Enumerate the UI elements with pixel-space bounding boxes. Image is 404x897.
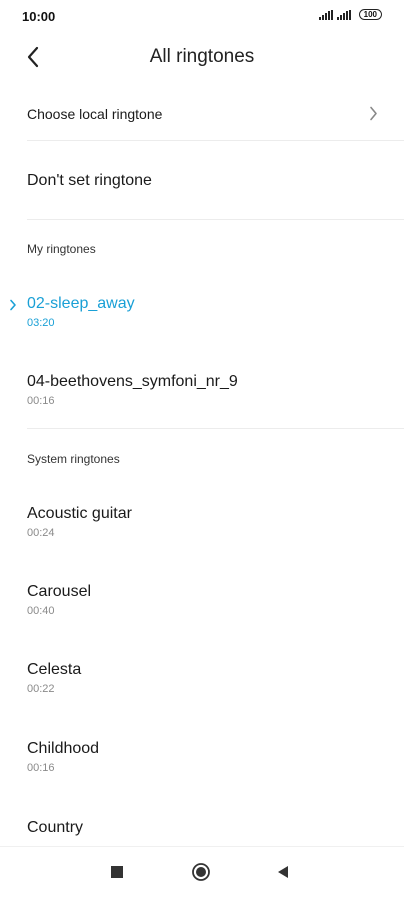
- ringtone-item-celesta[interactable]: Celesta 00:22: [0, 661, 404, 731]
- back-nav-button[interactable]: [272, 861, 294, 883]
- divider: [27, 428, 404, 429]
- ringtone-duration: 00:16: [27, 395, 55, 407]
- choose-local-ringtone-row[interactable]: Choose local ringtone: [0, 92, 404, 136]
- home-circle-icon: [192, 863, 210, 881]
- choose-local-ringtone-label: Choose local ringtone: [27, 106, 163, 122]
- battery-icon: 100: [358, 9, 382, 20]
- back-triangle-icon: [278, 866, 288, 878]
- status-icons: 100: [318, 9, 382, 20]
- selected-chevron-icon: [10, 299, 16, 311]
- home-button[interactable]: [190, 861, 212, 883]
- ringtone-name: Acoustic guitar: [27, 505, 132, 522]
- ringtone-duration: 00:16: [27, 762, 55, 774]
- ringtone-item-beethovens-symfoni[interactable]: 04-beethovens_symfoni_nr_9 00:16: [0, 373, 404, 443]
- navigation-bar: [0, 846, 404, 897]
- ringtone-item-acoustic-guitar[interactable]: Acoustic guitar 00:24: [0, 505, 404, 575]
- ringtone-name: Carousel: [27, 583, 92, 600]
- page-title: All ringtones: [149, 46, 255, 67]
- ringtone-duration: 00:22: [27, 683, 55, 695]
- ringtone-name: Childhood: [27, 740, 100, 757]
- ringtone-item-sleep-away[interactable]: 02-sleep_away 03:20: [0, 295, 404, 365]
- signal-icon: [318, 9, 333, 20]
- ringtone-item-childhood[interactable]: Childhood 00:16: [0, 740, 404, 810]
- chevron-right-icon: [370, 106, 377, 121]
- ringtone-name: Country: [27, 819, 84, 836]
- divider: [27, 140, 404, 141]
- dont-set-ringtone-label: Don't set ringtone: [27, 172, 152, 189]
- ringtone-duration: 00:40: [27, 605, 55, 617]
- ringtone-name: Celesta: [27, 661, 82, 678]
- system-ringtones-header: System ringtones: [27, 452, 120, 466]
- dont-set-ringtone-row[interactable]: Don't set ringtone: [0, 160, 404, 204]
- ringtone-name: 04-beethovens_symfoni_nr_9: [27, 373, 238, 390]
- divider: [27, 219, 404, 220]
- signal-icon: [336, 9, 351, 20]
- status-time: 10:00: [22, 9, 56, 24]
- ringtone-duration: 03:20: [27, 317, 55, 329]
- ringtone-name: 02-sleep_away: [27, 295, 135, 312]
- my-ringtones-header: My ringtones: [27, 242, 96, 256]
- ringtone-item-country[interactable]: Country: [0, 819, 404, 847]
- title-bar: All ringtones: [0, 32, 404, 80]
- recents-square-icon: [111, 866, 123, 878]
- ringtone-item-carousel[interactable]: Carousel 00:40: [0, 583, 404, 653]
- status-bar: 10:00 100: [0, 0, 404, 32]
- recents-button[interactable]: [106, 861, 128, 883]
- ringtone-duration: 00:24: [27, 527, 55, 539]
